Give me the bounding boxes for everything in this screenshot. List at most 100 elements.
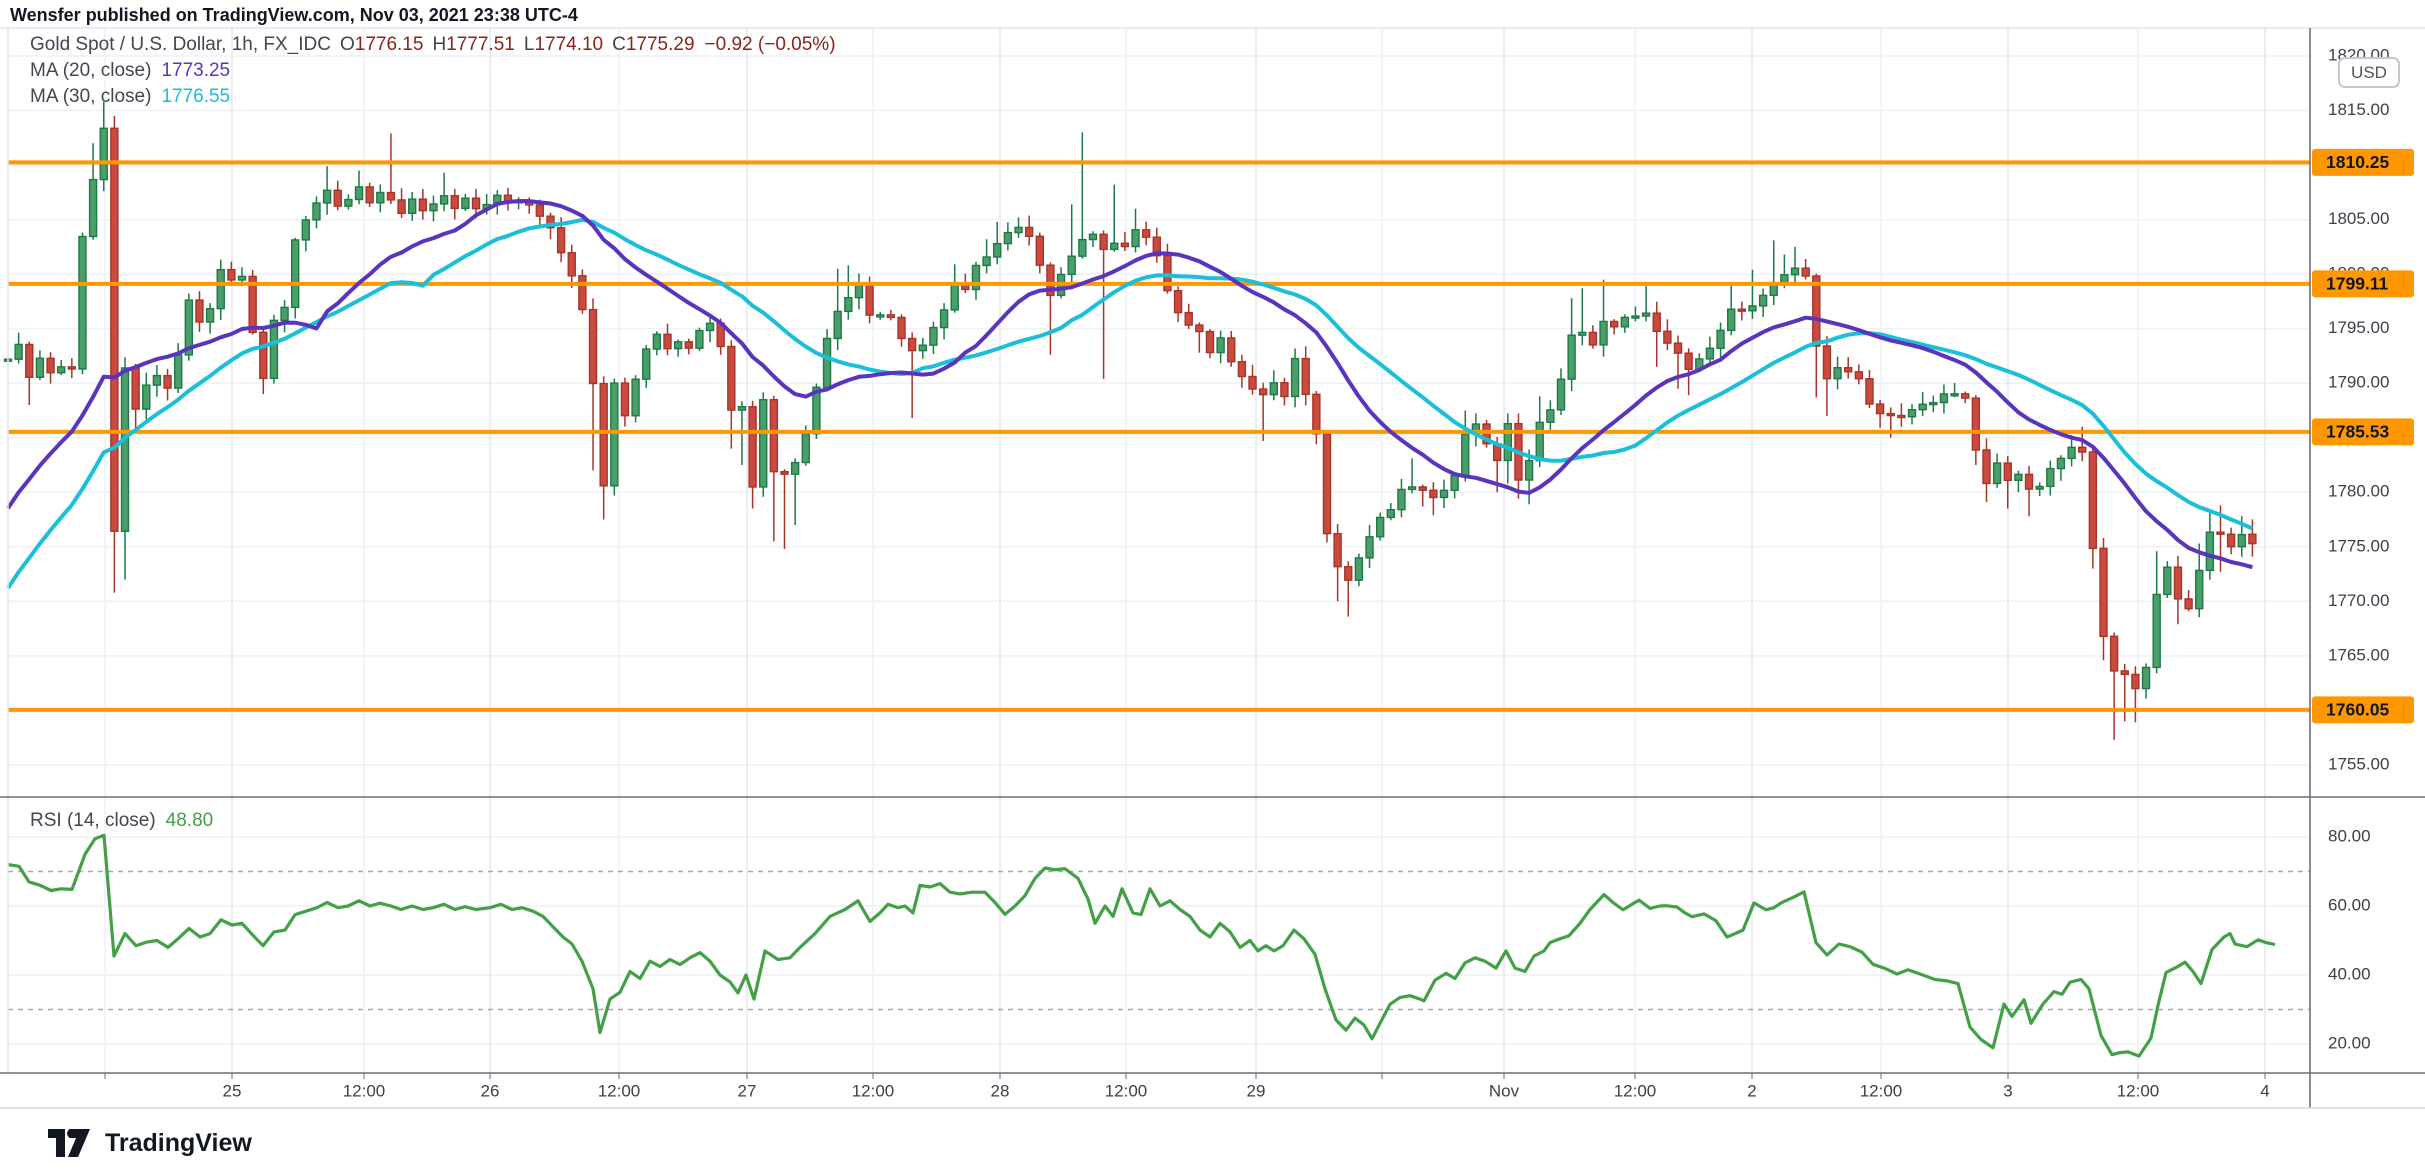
- rsi-axis-label: 20.00: [2328, 1033, 2371, 1052]
- candle-body-down: [1143, 230, 1150, 237]
- tradingview-brand-link[interactable]: TradingView: [105, 1129, 252, 1158]
- candle-body-up: [792, 463, 799, 475]
- candle-body-down: [2089, 452, 2096, 548]
- candle-body-up: [292, 240, 299, 307]
- candle-body-up: [1377, 517, 1384, 536]
- candle-body-up: [175, 355, 182, 388]
- candle-body-up: [1366, 537, 1373, 558]
- candle-body-up: [356, 187, 363, 200]
- candle-body-up: [1079, 240, 1086, 257]
- candle-body-up: [1462, 434, 1469, 476]
- ohlc-value-O: 1776.15: [355, 34, 424, 55]
- level-price-badge-label: 1785.53: [2326, 422, 2390, 442]
- candle-body-up: [79, 237, 86, 369]
- ma20-line: [8, 201, 2252, 567]
- candle-body-up: [1717, 330, 1724, 348]
- candle-body-up: [1621, 317, 1628, 326]
- candle-body-up: [1536, 422, 1543, 460]
- candle-body-up: [1760, 295, 1767, 306]
- ohlc-value-H: 1777.51: [446, 34, 515, 55]
- legend-symbol-row[interactable]: Gold Spot / U.S. Dollar, 1h, FX_IDCO1776…: [30, 32, 836, 58]
- candle-body-down: [781, 472, 788, 475]
- candle-body-down: [1228, 338, 1235, 362]
- candle-body-up: [611, 383, 618, 486]
- legend-ma30-row[interactable]: MA (30, close)1776.55: [30, 84, 836, 110]
- time-axis-label: 28: [991, 1081, 1010, 1100]
- candle-body-up: [377, 193, 384, 203]
- candle-body-down: [1823, 346, 1830, 379]
- time-axis-label: 26: [481, 1081, 500, 1100]
- candle-body-down: [1813, 276, 1820, 346]
- candle-body-up: [100, 128, 107, 179]
- candle-body-up: [281, 307, 288, 320]
- candle-body-down: [1430, 490, 1437, 497]
- candle-body-down: [1898, 415, 1905, 417]
- candle-body-up: [1526, 461, 1533, 480]
- candle-body-up: [207, 309, 214, 322]
- candle-body-down: [1281, 383, 1288, 397]
- candle-body-down: [558, 228, 565, 253]
- candle-body-down: [1323, 434, 1330, 534]
- candle-body-down: [2004, 463, 2011, 480]
- level-price-badge-label: 1810.25: [2326, 152, 2390, 172]
- candle-body-down: [536, 205, 543, 216]
- candle-body-down: [1887, 414, 1894, 416]
- candle-body-down: [1653, 313, 1660, 331]
- candle-body-up: [1930, 403, 1937, 405]
- ohlc-prefix-H: H: [432, 34, 446, 55]
- price-axis-label: 1805.00: [2328, 209, 2389, 228]
- candle-body-up: [1504, 424, 1511, 461]
- candle-body-up: [324, 190, 331, 203]
- rsi-legend-row[interactable]: RSI (14, close)48.80: [30, 810, 213, 832]
- candle-body-up: [972, 265, 979, 289]
- candle-body-down: [334, 190, 341, 206]
- candle-body-down: [1100, 234, 1107, 249]
- candle-body-down: [1026, 227, 1033, 236]
- candle-body-up: [217, 270, 224, 309]
- price-axis-label: 1770.00: [2328, 591, 2389, 610]
- time-axis-label: 25: [223, 1081, 242, 1100]
- candle-body-up: [707, 323, 714, 330]
- level-price-badge-label: 1799.11: [2326, 273, 2389, 293]
- footer: TradingView: [46, 1122, 252, 1164]
- candle-body-up: [313, 203, 320, 220]
- candle-body-up: [1632, 316, 1639, 318]
- candle-body-up: [1132, 230, 1139, 247]
- change-value: −0.92 (−0.05%): [705, 34, 836, 55]
- time-axis-label: 12:00: [1105, 1081, 1148, 1100]
- time-axis-label: 3: [2003, 1081, 2012, 1100]
- candle-body-up: [1749, 306, 1756, 311]
- candle-body-up: [462, 198, 469, 208]
- candle-body-up: [1089, 234, 1096, 239]
- candle-body-down: [451, 196, 458, 209]
- candle-body-up: [90, 180, 97, 237]
- candle-body-up: [951, 284, 958, 310]
- candle-body-down: [590, 310, 597, 384]
- candle-body-down: [1175, 291, 1182, 313]
- candle-body-down: [1036, 236, 1043, 265]
- candle-body-down: [228, 270, 235, 280]
- candle-body-up: [632, 379, 639, 416]
- chart-canvas[interactable]: 1755.001760.001765.001770.001775.001780.…: [0, 0, 2425, 1171]
- candle-body-up: [2153, 594, 2160, 667]
- candle-body-up: [270, 320, 277, 378]
- candle-body-down: [2217, 532, 2224, 534]
- candle-body-down: [887, 315, 894, 318]
- candle-body-up: [696, 331, 703, 349]
- candle-body-up: [845, 298, 852, 312]
- candle-body-up: [1558, 379, 1565, 410]
- candle-body-up: [1643, 313, 1650, 316]
- candle-body-down: [366, 187, 373, 203]
- legend-ma20-row[interactable]: MA (20, close)1773.25: [30, 58, 836, 84]
- candle-body-down: [1802, 268, 1809, 276]
- candle-body-up: [1909, 410, 1916, 417]
- candle-body-down: [47, 358, 54, 372]
- published-chart-page: Wensfer published on TradingView.com, No…: [0, 0, 2425, 1171]
- candle-body-down: [1611, 321, 1618, 326]
- candle-body-down: [1419, 487, 1426, 490]
- candle-body-down: [579, 276, 586, 310]
- price-axis-label: 1795.00: [2328, 318, 2389, 337]
- time-axis-label: 27: [738, 1081, 757, 1100]
- candle-body-up: [1292, 359, 1299, 397]
- candle-body-up: [930, 328, 937, 346]
